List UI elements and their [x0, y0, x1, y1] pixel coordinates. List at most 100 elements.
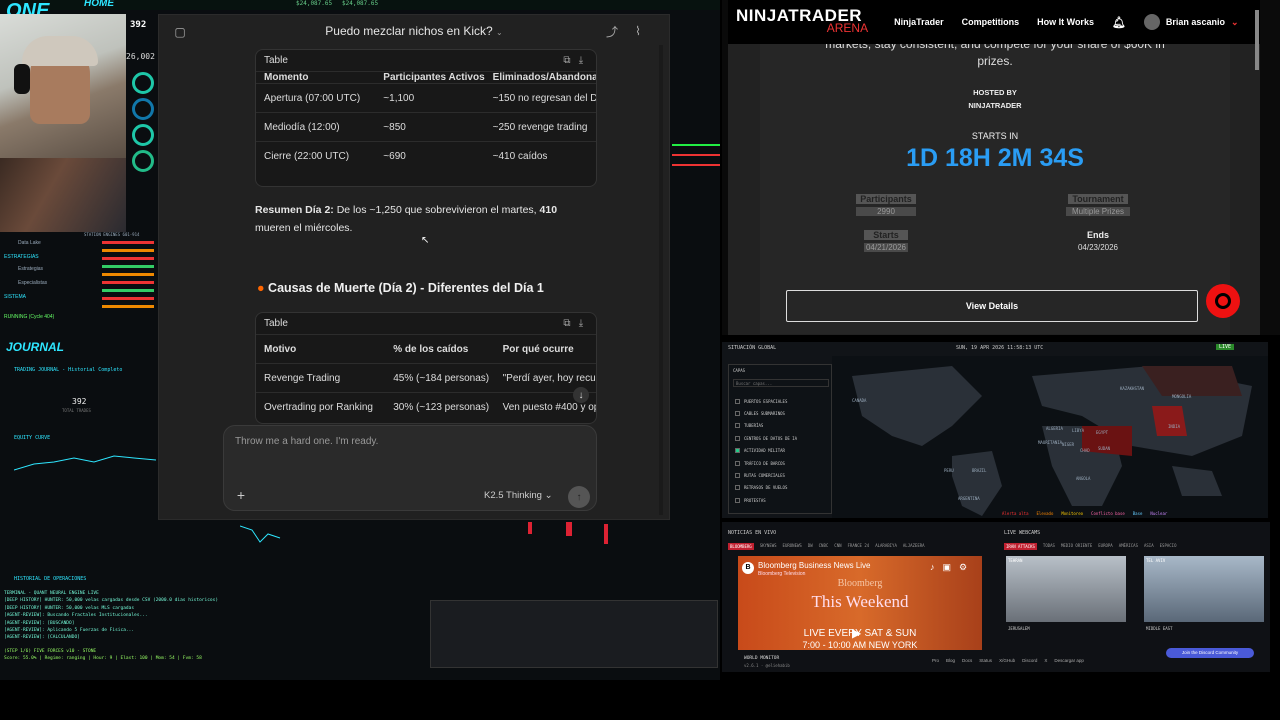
layer-checkbox[interactable] [735, 497, 740, 503]
footer-link[interactable]: Descargar app [1054, 658, 1084, 663]
table-row: Apertura (07:00 UTC) ~1,100 ~150 no regr… [256, 84, 596, 113]
chat-title[interactable]: Puedo mezclar nichos en Kick? ⌄ [159, 24, 669, 38]
layer-checkbox[interactable] [735, 460, 740, 466]
send-button[interactable]: ↑ [568, 486, 590, 508]
download-icon[interactable]: ⤓ [574, 317, 588, 331]
footer-link[interactable]: Discord [1022, 658, 1037, 663]
table-cell: Apertura (07:00 UTC) [264, 92, 361, 104]
tab-asia[interactable]: ASIA [1144, 543, 1154, 550]
video-player[interactable]: B Bloomberg Business News Live Bloomberg… [738, 556, 982, 650]
dashboard-sidebar: Data Lake ESTRATEGIAS Estrategias Especi… [4, 236, 82, 320]
footer-link[interactable]: Status [979, 658, 992, 663]
terminal-line: [AGENT-REVIEW]: Buscando Fractales Insti… [4, 613, 148, 619]
layer-checkbox[interactable] [735, 473, 740, 479]
footer-link[interactable]: Blog [946, 658, 955, 663]
layer-checkbox[interactable] [735, 435, 740, 441]
copy-icon[interactable]: ⧉ [560, 54, 574, 68]
message-composer[interactable]: Throw me a hard one. I'm ready. + K2.5 T… [223, 425, 597, 511]
nav-competitions[interactable]: Competitions [962, 17, 1020, 27]
layer-item[interactable]: CABLES SUBMARINOS [735, 407, 831, 419]
layer-item[interactable]: PROTESTAS [735, 494, 831, 506]
layer-item[interactable]: ACTIVIDAD MILITAR [735, 445, 831, 457]
map-legend: Alerta alta Elevado Monitoreo Conflicto … [1002, 511, 1167, 516]
section-heading: ● Causas de Muerte (Día 2) - Diferentes … [257, 281, 544, 295]
webcam-feed[interactable]: TEL AVIV [1144, 556, 1264, 622]
participants-value: 2990 [856, 207, 916, 216]
layer-item[interactable]: RETRASOS DE VUELOS [735, 482, 831, 494]
tab-espacio[interactable]: ESPACIO [1160, 543, 1177, 550]
settings-icon[interactable]: ⚙ [959, 562, 967, 573]
layer-item[interactable]: RUTAS COMERCIALES [735, 469, 831, 481]
tab-medio-oriente[interactable]: MEDIO ORIENTE [1061, 543, 1092, 550]
layer-label: CABLES SUBMARINOS [744, 411, 785, 417]
layer-checkbox[interactable] [735, 448, 740, 454]
footer-link[interactable]: X [1044, 658, 1047, 663]
data-table-1: Table ⧉ ⤓ Momento Participantes Activos E… [255, 49, 597, 187]
sidebar-item-specialists[interactable]: Especialistas [18, 280, 82, 286]
tab-cnn[interactable]: CNN [834, 543, 841, 550]
footer-version: v2.6.1 · @eliehabib [744, 663, 790, 668]
tab-bloomberg[interactable]: BLOOMBERG [728, 543, 754, 550]
discord-button[interactable]: Join the Discord Community [1166, 648, 1254, 658]
layer-checkbox[interactable] [735, 423, 740, 429]
layer-checkbox[interactable] [735, 398, 740, 404]
gauge-panel [128, 68, 158, 176]
map-label: CHAD [1080, 448, 1090, 453]
tab-france24[interactable]: FRANCE 24 [848, 543, 870, 550]
volume-icon[interactable]: ♪ [930, 562, 935, 573]
layer-item[interactable]: PUERTOS ESPACIALES [735, 395, 831, 407]
chat-widget-button[interactable] [1206, 284, 1240, 318]
tab-alarabiya[interactable]: ALARABIYA [875, 543, 897, 550]
copy-icon[interactable]: ⧉ [560, 317, 574, 331]
layer-item[interactable]: TUBERÍAS [735, 420, 831, 432]
terminal-log: TERMINAL - QUANT NEURAL ENGINE LIVE [DEE… [4, 590, 424, 663]
add-attachment-icon[interactable]: + [234, 487, 248, 503]
tournament-label: Tournament [1068, 194, 1128, 204]
home-link[interactable]: HOME [84, 0, 114, 9]
status-running: RUNNING (Cycle 404) [4, 314, 55, 320]
play-icon[interactable]: ▶ [852, 626, 861, 640]
nav-how-it-works[interactable]: How It Works [1037, 17, 1094, 27]
layer-checkbox[interactable] [735, 411, 740, 417]
sidebar-item-data-lake[interactable]: Data Lake [18, 240, 82, 246]
sidebar-item-strategies[interactable]: Estrategias [18, 266, 82, 272]
layer-search-input[interactable]: Buscar capas... [733, 379, 829, 387]
layer-checkbox[interactable] [735, 485, 740, 491]
share-icon[interactable]: ⤴ [605, 24, 619, 39]
webcam-feed[interactable]: TEHRAN [1006, 556, 1126, 622]
tab-europa[interactable]: EUROPA [1098, 543, 1112, 550]
footer-link[interactable]: Pro [932, 658, 939, 663]
scrollbar[interactable] [659, 45, 663, 515]
tab-americas[interactable]: AMÉRICAS [1119, 543, 1138, 550]
scroll-down-icon[interactable]: ↓ [573, 387, 589, 403]
chevron-down-icon: ⌄ [496, 28, 503, 37]
tab-aljazeera[interactable]: ALJAZEERA [903, 543, 925, 550]
footer-link[interactable]: X/GHub [999, 658, 1015, 663]
world-map[interactable]: CANADA KAZAKHSTAN MONGOLIA ALGERIA LIBYA… [832, 356, 1268, 518]
legend-item: Conflicto base [1091, 511, 1125, 516]
table-row: Overtrading por Ranking 30% (~123 person… [256, 393, 596, 422]
footer-link[interactable]: Docs [962, 658, 972, 663]
model-selector[interactable]: K2.5 Thinking ⌄ [484, 490, 553, 501]
user-menu[interactable]: Brian ascanio ⌄ [1143, 14, 1239, 30]
view-details-button[interactable]: View Details [786, 290, 1198, 322]
composer-placeholder[interactable]: Throw me a hard one. I'm ready. [235, 436, 378, 447]
layer-item[interactable]: TRÁFICO DE BARCOS [735, 457, 831, 469]
attachment-icon[interactable]: ⌇ [631, 24, 645, 38]
data-table-2: Table ⧉ ⤓ Motivo % de los caídos Por qué … [255, 312, 597, 424]
download-icon[interactable]: ⤓ [574, 54, 588, 68]
tab-todas[interactable]: TODAS [1043, 543, 1055, 550]
tab-iran-attacks[interactable]: IRAN ATTACKS [1004, 543, 1037, 550]
scrollbar[interactable] [1255, 10, 1259, 70]
tournament-value: Multiple Prizes [1066, 207, 1130, 216]
captions-icon[interactable]: ▣ [943, 562, 952, 573]
ninjatrader-logo[interactable]: NINJATRADER ARENA [736, 7, 868, 35]
layer-item[interactable]: CENTROS DE DATOS DE IA [735, 432, 831, 444]
tab-cnbc[interactable]: CNBC [819, 543, 829, 550]
table-header-bar: Table ⧉ ⤓ [256, 50, 596, 72]
tab-skynews[interactable]: SKYNEWS [760, 543, 777, 550]
tab-dw[interactable]: DW [808, 543, 813, 550]
bell-icon[interactable]: 🔔︎ [1112, 16, 1126, 29]
tab-euronews[interactable]: EURONEWS [783, 543, 802, 550]
nav-ninjatrader[interactable]: NinjaTrader [894, 17, 944, 27]
